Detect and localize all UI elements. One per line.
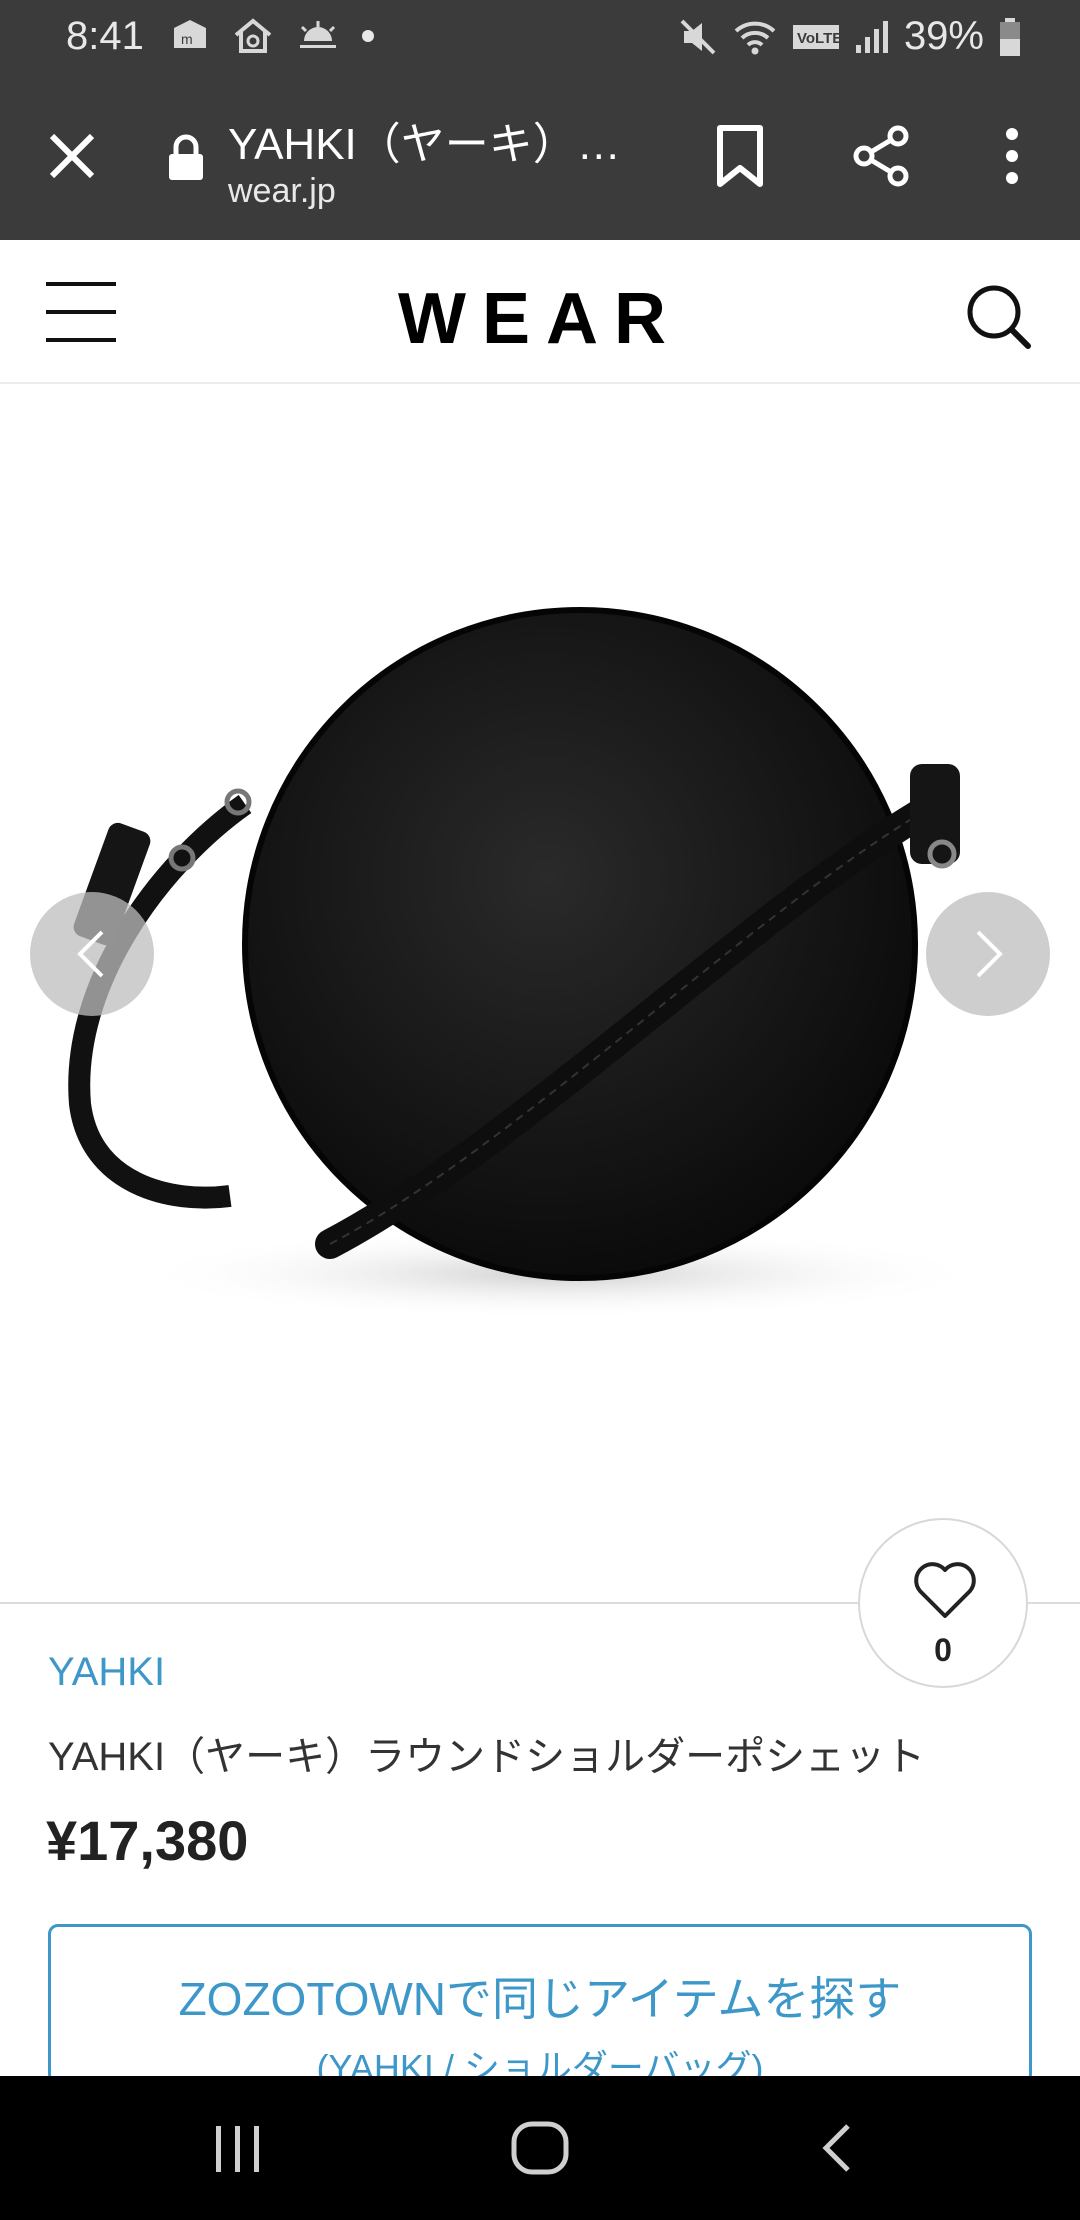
bag-photo (68, 607, 990, 1319)
back-icon[interactable] (818, 2120, 858, 2176)
product-price: ¥17,380 (46, 1809, 249, 1872)
status-left-icons: m (170, 16, 374, 56)
lock-icon (169, 134, 203, 180)
battery-percent: 39% (903, 14, 984, 58)
mute-icon (680, 19, 716, 54)
status-right: VoLTE 39% (678, 14, 1022, 59)
browser-toolbar: YAHKI（ヤーキ）… wear.jp (0, 72, 1080, 240)
status-bar: 8:41 m VoLTE 39% (0, 0, 1080, 72)
product-name: YAHKI（ヤーキ）ラウンドショルダーポシェット (48, 1735, 926, 1779)
carousel-prev-button[interactable] (30, 892, 154, 1016)
heart-icon (914, 1562, 976, 1618)
status-time: 8:41 (66, 14, 144, 58)
like-button[interactable]: 0 (858, 1518, 1028, 1688)
brand-link[interactable]: YAHKI (48, 1650, 165, 1695)
zozotown-search-button[interactable]: ZOZOTOWNで同じアイテムを探す (YAHKI / ショルダーバッグ) (48, 1924, 1032, 2088)
svg-text:VoLTE: VoLTE (797, 30, 840, 47)
wifi-icon (734, 21, 776, 54)
close-icon[interactable] (44, 128, 100, 184)
mobile-data-icon: m (174, 20, 206, 48)
more-options-icon[interactable] (992, 124, 1032, 188)
recent-apps-icon[interactable] (210, 2124, 266, 2174)
search-icon[interactable] (962, 280, 1034, 352)
signal-icon (855, 20, 888, 53)
home-sync-icon (234, 18, 272, 53)
home-icon[interactable] (510, 2120, 570, 2176)
page-title[interactable]: YAHKI（ヤーキ）… (228, 108, 621, 172)
zozotown-button-label: ZOZOTOWNで同じアイテムを探す (178, 1973, 902, 2025)
notification-dot-icon (362, 30, 374, 42)
weather-icon (300, 21, 336, 48)
battery-icon (1000, 17, 1020, 56)
like-count: 0 (934, 1632, 952, 1668)
product-image[interactable] (0, 384, 1080, 1602)
volte-icon: VoLTE (792, 24, 840, 49)
bookmark-icon[interactable] (712, 124, 768, 188)
site-logo[interactable]: WEAR (0, 278, 1080, 360)
carousel-next-button[interactable] (926, 892, 1050, 1016)
page-url[interactable]: wear.jp (228, 172, 336, 211)
svg-text:m: m (181, 31, 193, 47)
site-header: WEAR (0, 240, 1080, 384)
system-nav-bar (0, 2076, 1080, 2220)
share-icon[interactable] (850, 124, 914, 188)
